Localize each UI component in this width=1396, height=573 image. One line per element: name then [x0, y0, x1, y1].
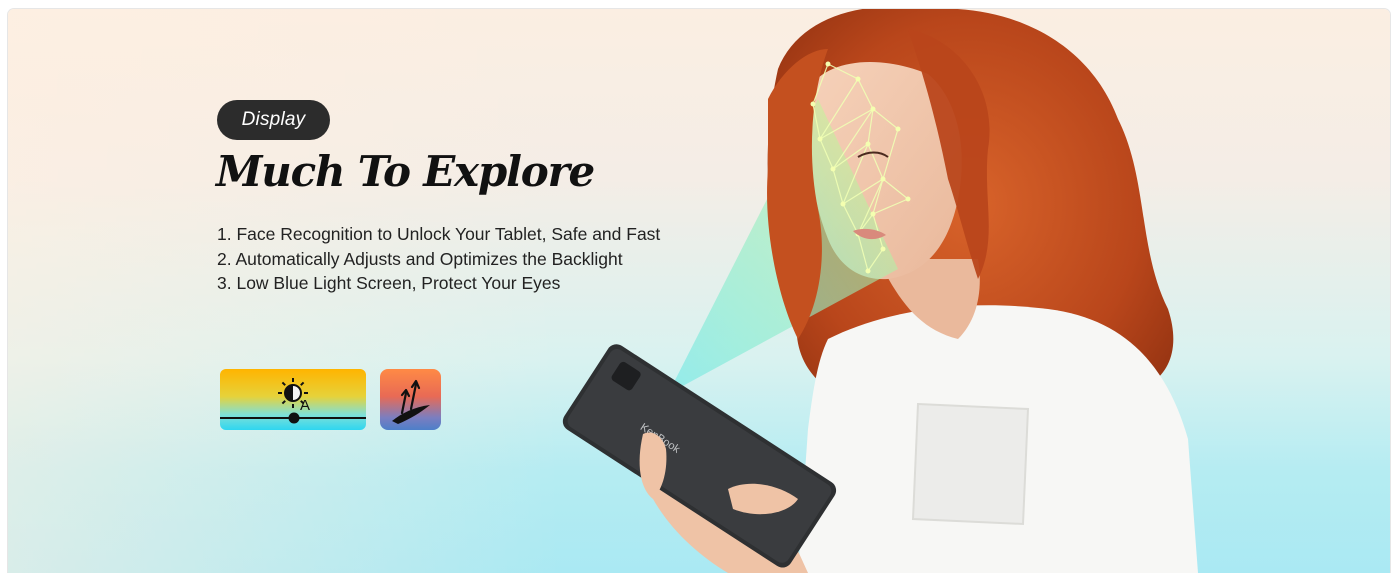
auto-brightness-icon: A — [220, 369, 366, 430]
woman-with-tablet-photo: KenBook — [562, 9, 1198, 573]
performance-boost-icon — [380, 369, 441, 430]
display-feature-banner: Display Much To Explore 1. Face Recognit… — [8, 9, 1390, 573]
svg-text:A: A — [300, 397, 310, 414]
display-badge: Display — [217, 100, 330, 140]
